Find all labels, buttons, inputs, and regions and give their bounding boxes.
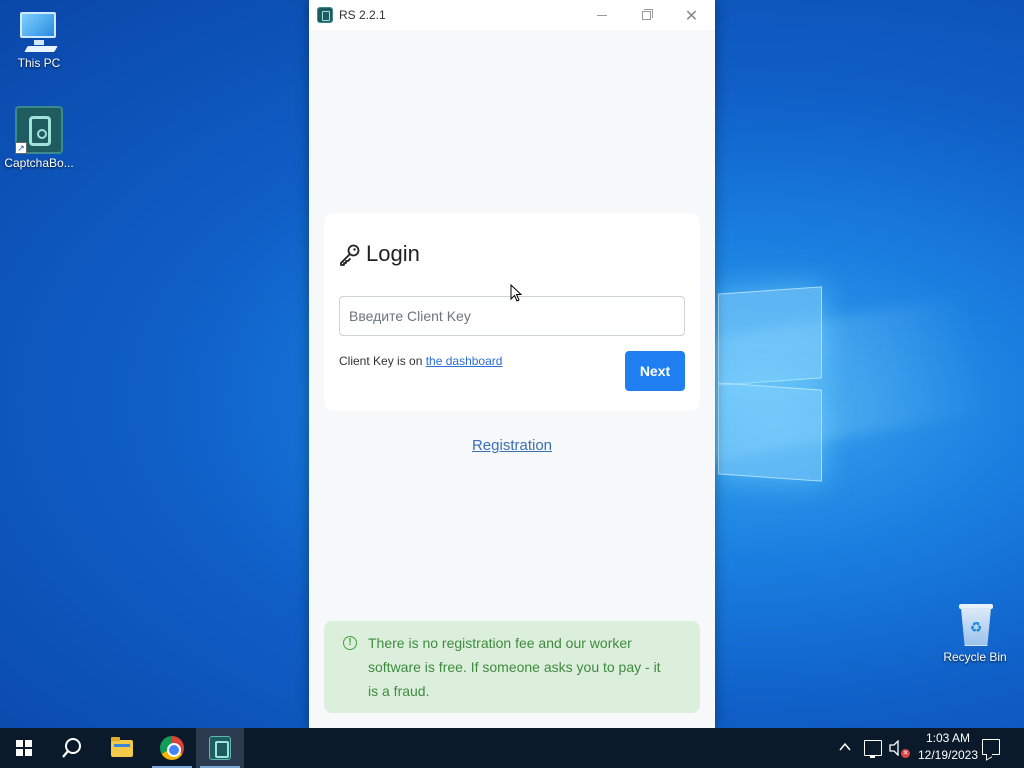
computer-icon: [16, 10, 62, 54]
chevron-up-icon[interactable]: [838, 740, 852, 754]
volume-muted-icon[interactable]: ✕: [888, 739, 910, 758]
search-button[interactable]: [48, 728, 96, 768]
minimize-button[interactable]: [579, 0, 624, 30]
desktop-icon-recycle-bin[interactable]: ♻ Recycle Bin: [936, 602, 1014, 664]
desktop-icon-label: Recycle Bin: [943, 650, 1007, 664]
desktop-icon-label: This PC: [17, 56, 61, 70]
search-icon: [62, 738, 81, 758]
dashboard-link[interactable]: the dashboard: [426, 354, 503, 368]
info-circle-icon: !: [343, 636, 357, 650]
registration-link[interactable]: Registration: [309, 437, 715, 454]
chrome-icon: [160, 736, 184, 760]
maximize-button[interactable]: [624, 0, 669, 30]
desktop-icon-this-pc[interactable]: This PC: [0, 10, 78, 70]
file-explorer-button[interactable]: [98, 728, 146, 768]
taskbar: ✕ 1:03 AM 12/19/2023: [0, 728, 1024, 768]
chrome-button[interactable]: [148, 728, 196, 768]
captchabot-icon: [209, 736, 231, 760]
key-icon: [340, 244, 360, 266]
clock-date: 12/19/2023: [917, 748, 979, 762]
start-icon: [16, 740, 32, 756]
close-icon: ✕: [684, 5, 699, 25]
hint-text: Client Key is on: [339, 354, 426, 368]
file-explorer-icon: [111, 736, 133, 757]
login-title: Login: [366, 241, 420, 266]
maximize-icon: [642, 8, 653, 20]
network-icon[interactable]: [864, 740, 882, 758]
login-heading: Login: [338, 241, 420, 267]
clock[interactable]: 1:03 AM 12/19/2023: [910, 730, 986, 764]
captchabot-taskbar-button[interactable]: [196, 728, 244, 768]
next-button[interactable]: Next: [625, 351, 685, 391]
window-title: RS 2.2.1: [339, 8, 386, 22]
login-card: Login Client Key is on the dashboard Nex…: [324, 213, 700, 411]
start-button[interactable]: [0, 728, 48, 768]
wallpaper-windows-logo: [700, 280, 840, 490]
desktop-icon-label: CaptchaBo...: [4, 156, 74, 170]
app-window: RS 2.2.1 ✕ Login Client Key is on the da…: [309, 0, 715, 728]
recycle-bin-icon: ♻: [955, 602, 995, 648]
app-logo-icon: [317, 7, 333, 23]
notification-center-icon[interactable]: [982, 739, 1000, 755]
alert-text: There is no registration fee and our wor…: [368, 635, 661, 699]
mouse-cursor-icon: [510, 284, 522, 302]
desktop-icon-captchabot[interactable]: ↗ CaptchaBo...: [0, 106, 78, 170]
captchabot-icon: ↗: [15, 106, 63, 154]
client-key-input[interactable]: [339, 296, 685, 336]
minimize-icon: [596, 14, 607, 16]
window-titlebar[interactable]: RS 2.2.1 ✕: [309, 0, 715, 30]
close-button[interactable]: ✕: [669, 0, 714, 30]
info-alert: ! There is no registration fee and our w…: [324, 621, 700, 713]
clock-time: 1:03 AM: [925, 731, 971, 745]
client-key-hint: Client Key is on the dashboard: [339, 354, 502, 368]
shortcut-arrow-icon: ↗: [15, 142, 27, 154]
